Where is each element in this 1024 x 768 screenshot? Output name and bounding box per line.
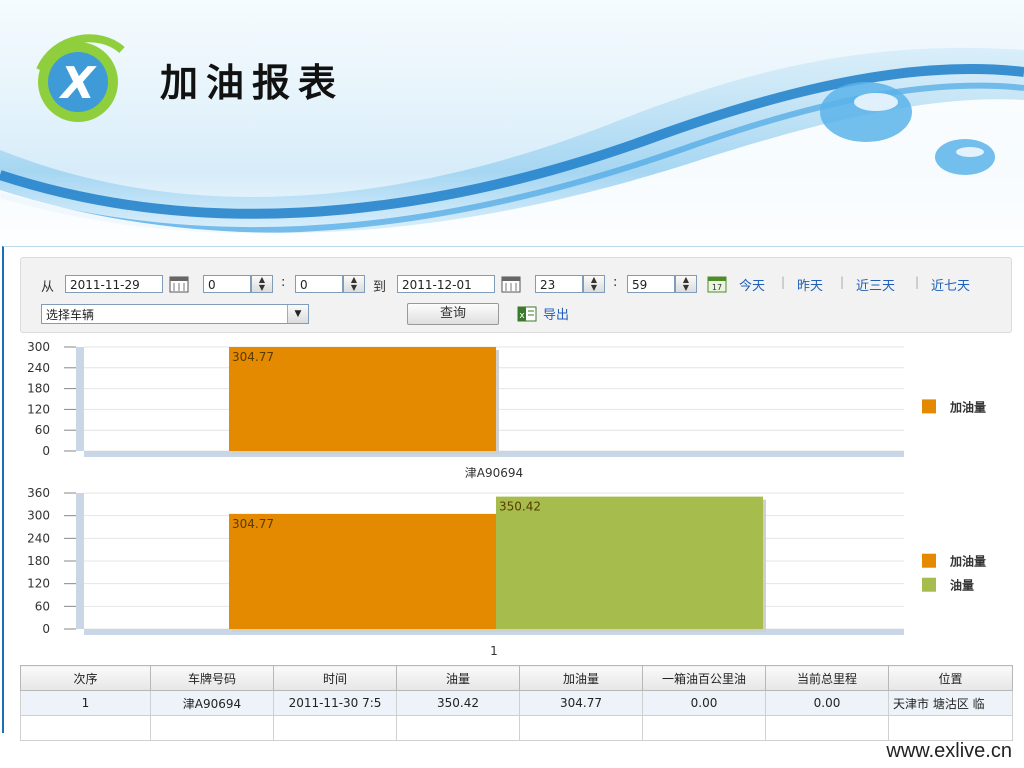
table-cell: 1 [20,690,151,716]
table-cell [273,715,397,741]
calendar-icon[interactable] [169,275,189,293]
table-cell: 津A90694 [150,690,274,716]
table-row[interactable]: 1 津A90694 2011-11-30 7:5 350.42 304.77 0… [20,690,1013,716]
column-header[interactable]: 车牌号码 [150,665,274,691]
colon-separator: : [281,275,286,290]
end-date-field[interactable]: 2011-12-01 [397,275,495,293]
table-cell: 304.77 [519,690,643,716]
y-tick-label: 120 [27,577,50,591]
svg-text:x: x [519,311,525,321]
calendar-today-icon[interactable]: 17 [707,275,727,293]
y-tick-label: 240 [27,361,50,375]
export-link[interactable]: 导出 [543,304,569,323]
quick-link-today[interactable]: 今天 [739,275,765,294]
query-button[interactable]: 查询 [407,303,499,325]
table-cell: 350.42 [396,690,520,716]
y-tick-label: 0 [42,444,50,458]
end-minute-field[interactable]: 59 [627,275,675,293]
chevron-down-icon[interactable]: ▼ [287,305,308,323]
table-cell [519,715,643,741]
column-header[interactable]: 当前总里程 [765,665,889,691]
quick-link-yesterday[interactable]: 昨天 [797,275,823,294]
table-cell: 0.00 [642,690,766,716]
wave-decoration [0,0,1024,246]
legend-label: 加油量 [949,554,986,569]
end-hour-field[interactable]: 23 [535,275,583,293]
column-header[interactable]: 一箱油百公里油 [642,665,766,691]
start-date-field[interactable]: 2011-11-29 [65,275,163,293]
table-cell: 2011-11-30 7:5 [273,690,397,716]
vehicle-select[interactable]: 选择车辆 ▼ [41,304,309,324]
bar-加油量 [229,513,496,629]
charts-area: 060120180240300304.77加油量津A90694060120180… [27,340,986,658]
data-label: 304.77 [232,517,274,531]
legend-swatch [922,577,936,592]
export-excel-icon[interactable]: x [517,306,537,326]
from-label: 从 [41,280,55,295]
column-header[interactable]: 位置 [888,665,1013,691]
start-hour-field[interactable]: 0 [203,275,251,293]
refuel-table: 次序 车牌号码 时间 油量 加油量 一箱油百公里油 当前总里程 位置 1 津A9… [20,665,1013,741]
y-tick-label: 60 [35,423,50,437]
legend-label: 油量 [950,578,974,593]
quick-link-last-3-days[interactable]: 近三天 [856,275,895,294]
column-header[interactable]: 时间 [273,665,397,691]
link-divider: | [840,275,845,289]
end-hour-spinner[interactable]: ▲ ▼ [583,275,605,293]
table-cell [396,715,520,741]
legend-label: 加油量 [949,399,986,414]
column-header[interactable]: 油量 [396,665,520,691]
table-cell [642,715,766,741]
y-tick-label: 360 [27,486,50,500]
x-axis-label: 1 [490,644,498,658]
y-tick-label: 300 [27,509,50,523]
y-tick-label: 300 [27,340,50,354]
page-title: 加油报表 [160,61,345,105]
column-header[interactable]: 加油量 [519,665,643,691]
table-cell [765,715,889,741]
table-row [20,715,1013,741]
query-toolbar: 从 2011-11-29 0 ▲ ▼ : 0 ▲ ▼ 到 2011-12-01 23… [20,257,1012,333]
quick-link-last-7-days[interactable]: 近七天 [931,275,970,294]
link-divider: | [781,275,786,289]
table-cell [20,715,151,741]
start-minute-field[interactable]: 0 [295,275,343,293]
vehicle-select-value: 选择车辆 [46,308,95,322]
x-axis-label: 津A90694 [465,466,523,480]
y-axis-band [76,347,84,451]
to-label: 到 [373,280,387,295]
footer-url: www.exlive.cn [886,740,1012,762]
start-hour-spinner[interactable]: ▲ ▼ [251,275,273,293]
calendar-icon[interactable] [501,275,521,293]
y-axis-band [76,493,84,629]
legend-swatch [922,399,936,414]
y-tick-label: 60 [35,599,50,613]
table-header-row: 次序 车牌号码 时间 油量 加油量 一箱油百公里油 当前总里程 位置 [20,665,1013,691]
table-cell [150,715,274,741]
y-tick-label: 120 [27,402,50,416]
link-divider: | [915,275,920,289]
start-minute-spinner[interactable]: ▲ ▼ [343,275,365,293]
data-label: 350.42 [499,500,541,514]
y-tick-label: 0 [42,622,50,636]
legend-swatch [922,553,936,568]
app-logo: X [30,30,130,130]
table-cell [888,715,1013,741]
column-header[interactable]: 次序 [20,665,151,691]
table-cell: 0.00 [765,690,889,716]
svg-text:X: X [58,58,97,109]
report-panel: 从 2011-11-29 0 ▲ ▼ : 0 ▲ ▼ 到 2011-12-01 23… [2,246,1024,741]
table-cell: 天津市 塘沽区 临 [888,690,1013,716]
y-tick-label: 240 [27,531,50,545]
header-banner: X 加油报表 [0,0,1024,246]
end-minute-spinner[interactable]: ▲ ▼ [675,275,697,293]
y-tick-label: 180 [27,554,50,568]
data-label: 304.77 [232,350,274,364]
svg-text:17: 17 [712,283,722,292]
y-tick-label: 180 [27,382,50,396]
bar-油量 [496,496,763,629]
colon-separator: : [613,275,618,290]
